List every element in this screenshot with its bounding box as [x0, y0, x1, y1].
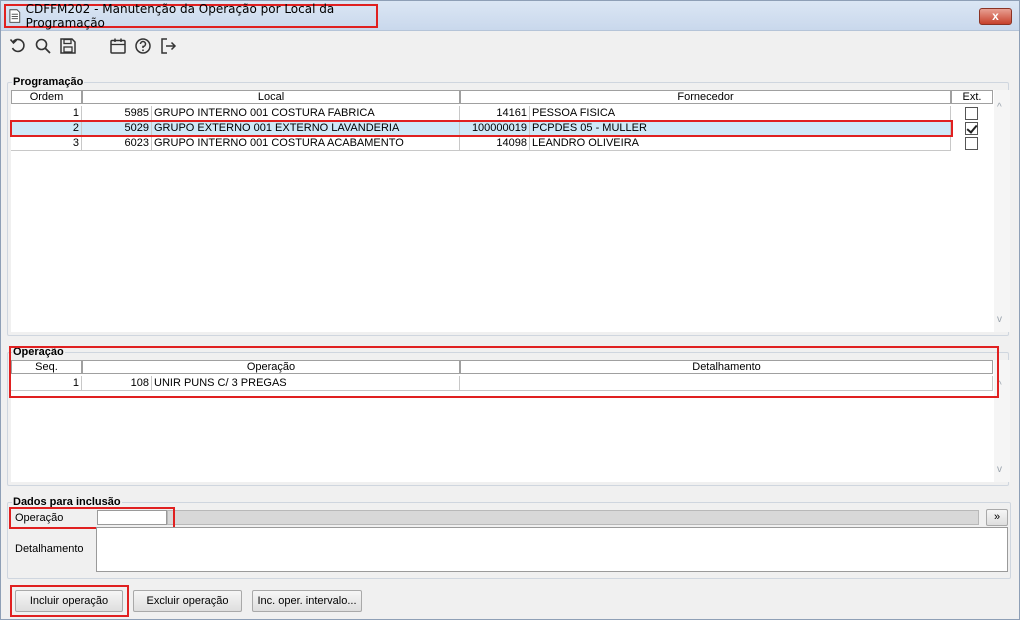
cell-forn-cod: 100000019 [460, 121, 530, 136]
cell-op-nome: UNIR PUNS C/ 3 PREGAS [152, 376, 460, 391]
help-icon[interactable] [134, 37, 154, 57]
window-title: CDFFM202 - Manutenção da Operação por Lo… [25, 2, 335, 30]
operacao-description-field [167, 510, 979, 525]
cell-forn-nome: PCPDES 05 - MULLER [530, 121, 951, 136]
cell-local-nome: GRUPO EXTERNO 001 EXTERNO LAVANDERIA [152, 121, 460, 136]
cell-forn-nome: LEANDRO OLIVEIRA [530, 136, 951, 151]
table-row[interactable]: 1 5985 GRUPO INTERNO 001 COSTURA FABRICA… [11, 106, 994, 121]
cell-local-nome: GRUPO INTERNO 001 COSTURA ACABAMENTO [152, 136, 460, 151]
title-bar: CDFFM202 - Manutenção da Operação por Lo… [1, 1, 1019, 31]
table-row[interactable]: 3 6023 GRUPO INTERNO 001 COSTURA ACABAME… [11, 136, 994, 151]
operacao-code-input[interactable] [97, 510, 167, 525]
table-row-selected[interactable]: 2 5029 GRUPO EXTERNO 001 EXTERNO LAVANDE… [11, 121, 994, 136]
programacao-label: Programação [12, 76, 85, 88]
search-icon[interactable] [34, 37, 54, 57]
title-highlight: CDFFM202 - Manutenção da Operação por Lo… [4, 2, 378, 30]
ext-checkbox-checked[interactable] [965, 122, 978, 135]
scroll-up-icon[interactable]: ^ [997, 380, 1002, 391]
cell-ordem: 2 [11, 121, 82, 136]
ext-checkbox[interactable] [965, 137, 978, 150]
incluir-operacao-button[interactable]: Incluir operação [15, 590, 123, 612]
col-header-local[interactable]: Local [82, 90, 460, 104]
cell-ordem: 1 [11, 106, 82, 121]
programacao-scrollbar[interactable]: ^ v [994, 90, 1010, 332]
scroll-up-icon[interactable]: ^ [997, 102, 1002, 113]
operacao-label: Operação [12, 346, 65, 358]
programacao-grid[interactable]: Ordem Local Fornecedor Ext. 1 5985 GRUPO… [11, 90, 994, 332]
col-header-fornecedor[interactable]: Fornecedor [460, 90, 951, 104]
toolbar [1, 32, 1019, 62]
cell-op-cod: 108 [82, 376, 152, 391]
cell-seq: 1 [11, 376, 82, 391]
col-header-ordem[interactable]: Ordem [11, 90, 82, 104]
lookup-button[interactable]: » [986, 509, 1008, 526]
operacao-scrollbar[interactable]: ^ v [994, 360, 1010, 482]
detalhamento-textarea[interactable] [96, 527, 1008, 572]
cell-local-cod: 5029 [82, 121, 152, 136]
operacao-field-label: Operação [15, 512, 64, 524]
cell-detalhamento [460, 376, 993, 391]
cell-local-cod: 5985 [82, 106, 152, 121]
col-header-detalhamento[interactable]: Detalhamento [460, 360, 993, 374]
cell-local-nome: GRUPO INTERNO 001 COSTURA FABRICA [152, 106, 460, 121]
detalhamento-label: Detalhamento [15, 543, 84, 555]
ext-checkbox[interactable] [965, 107, 978, 120]
col-header-ext[interactable]: Ext. [951, 90, 993, 104]
cell-forn-nome: PESSOA FISICA [530, 106, 951, 121]
col-header-seq[interactable]: Seq. [11, 360, 82, 374]
save-icon[interactable] [59, 37, 79, 57]
excluir-operacao-button[interactable]: Excluir operação [133, 590, 242, 612]
calendar-icon[interactable] [109, 37, 129, 57]
main-window: CDFFM202 - Manutenção da Operação por Lo… [0, 0, 1020, 620]
cell-forn-cod: 14161 [460, 106, 530, 121]
undo-icon[interactable] [9, 37, 29, 57]
col-header-operacao[interactable]: Operação [82, 360, 460, 374]
cell-ordem: 3 [11, 136, 82, 151]
close-button[interactable]: x [979, 8, 1012, 25]
cell-local-cod: 6023 [82, 136, 152, 151]
dados-label: Dados para inclusão [12, 496, 122, 508]
inc-oper-intervalo-button[interactable]: Inc. oper. intervalo... [252, 590, 362, 612]
scroll-down-icon[interactable]: v [997, 464, 1002, 475]
scroll-down-icon[interactable]: v [997, 314, 1002, 325]
exit-icon[interactable] [159, 37, 179, 57]
table-row[interactable]: 1 108 UNIR PUNS C/ 3 PREGAS [11, 376, 994, 391]
document-icon [9, 9, 21, 23]
operacao-grid[interactable]: Seq. Operação Detalhamento 1 108 UNIR PU… [11, 360, 994, 482]
cell-forn-cod: 14098 [460, 136, 530, 151]
